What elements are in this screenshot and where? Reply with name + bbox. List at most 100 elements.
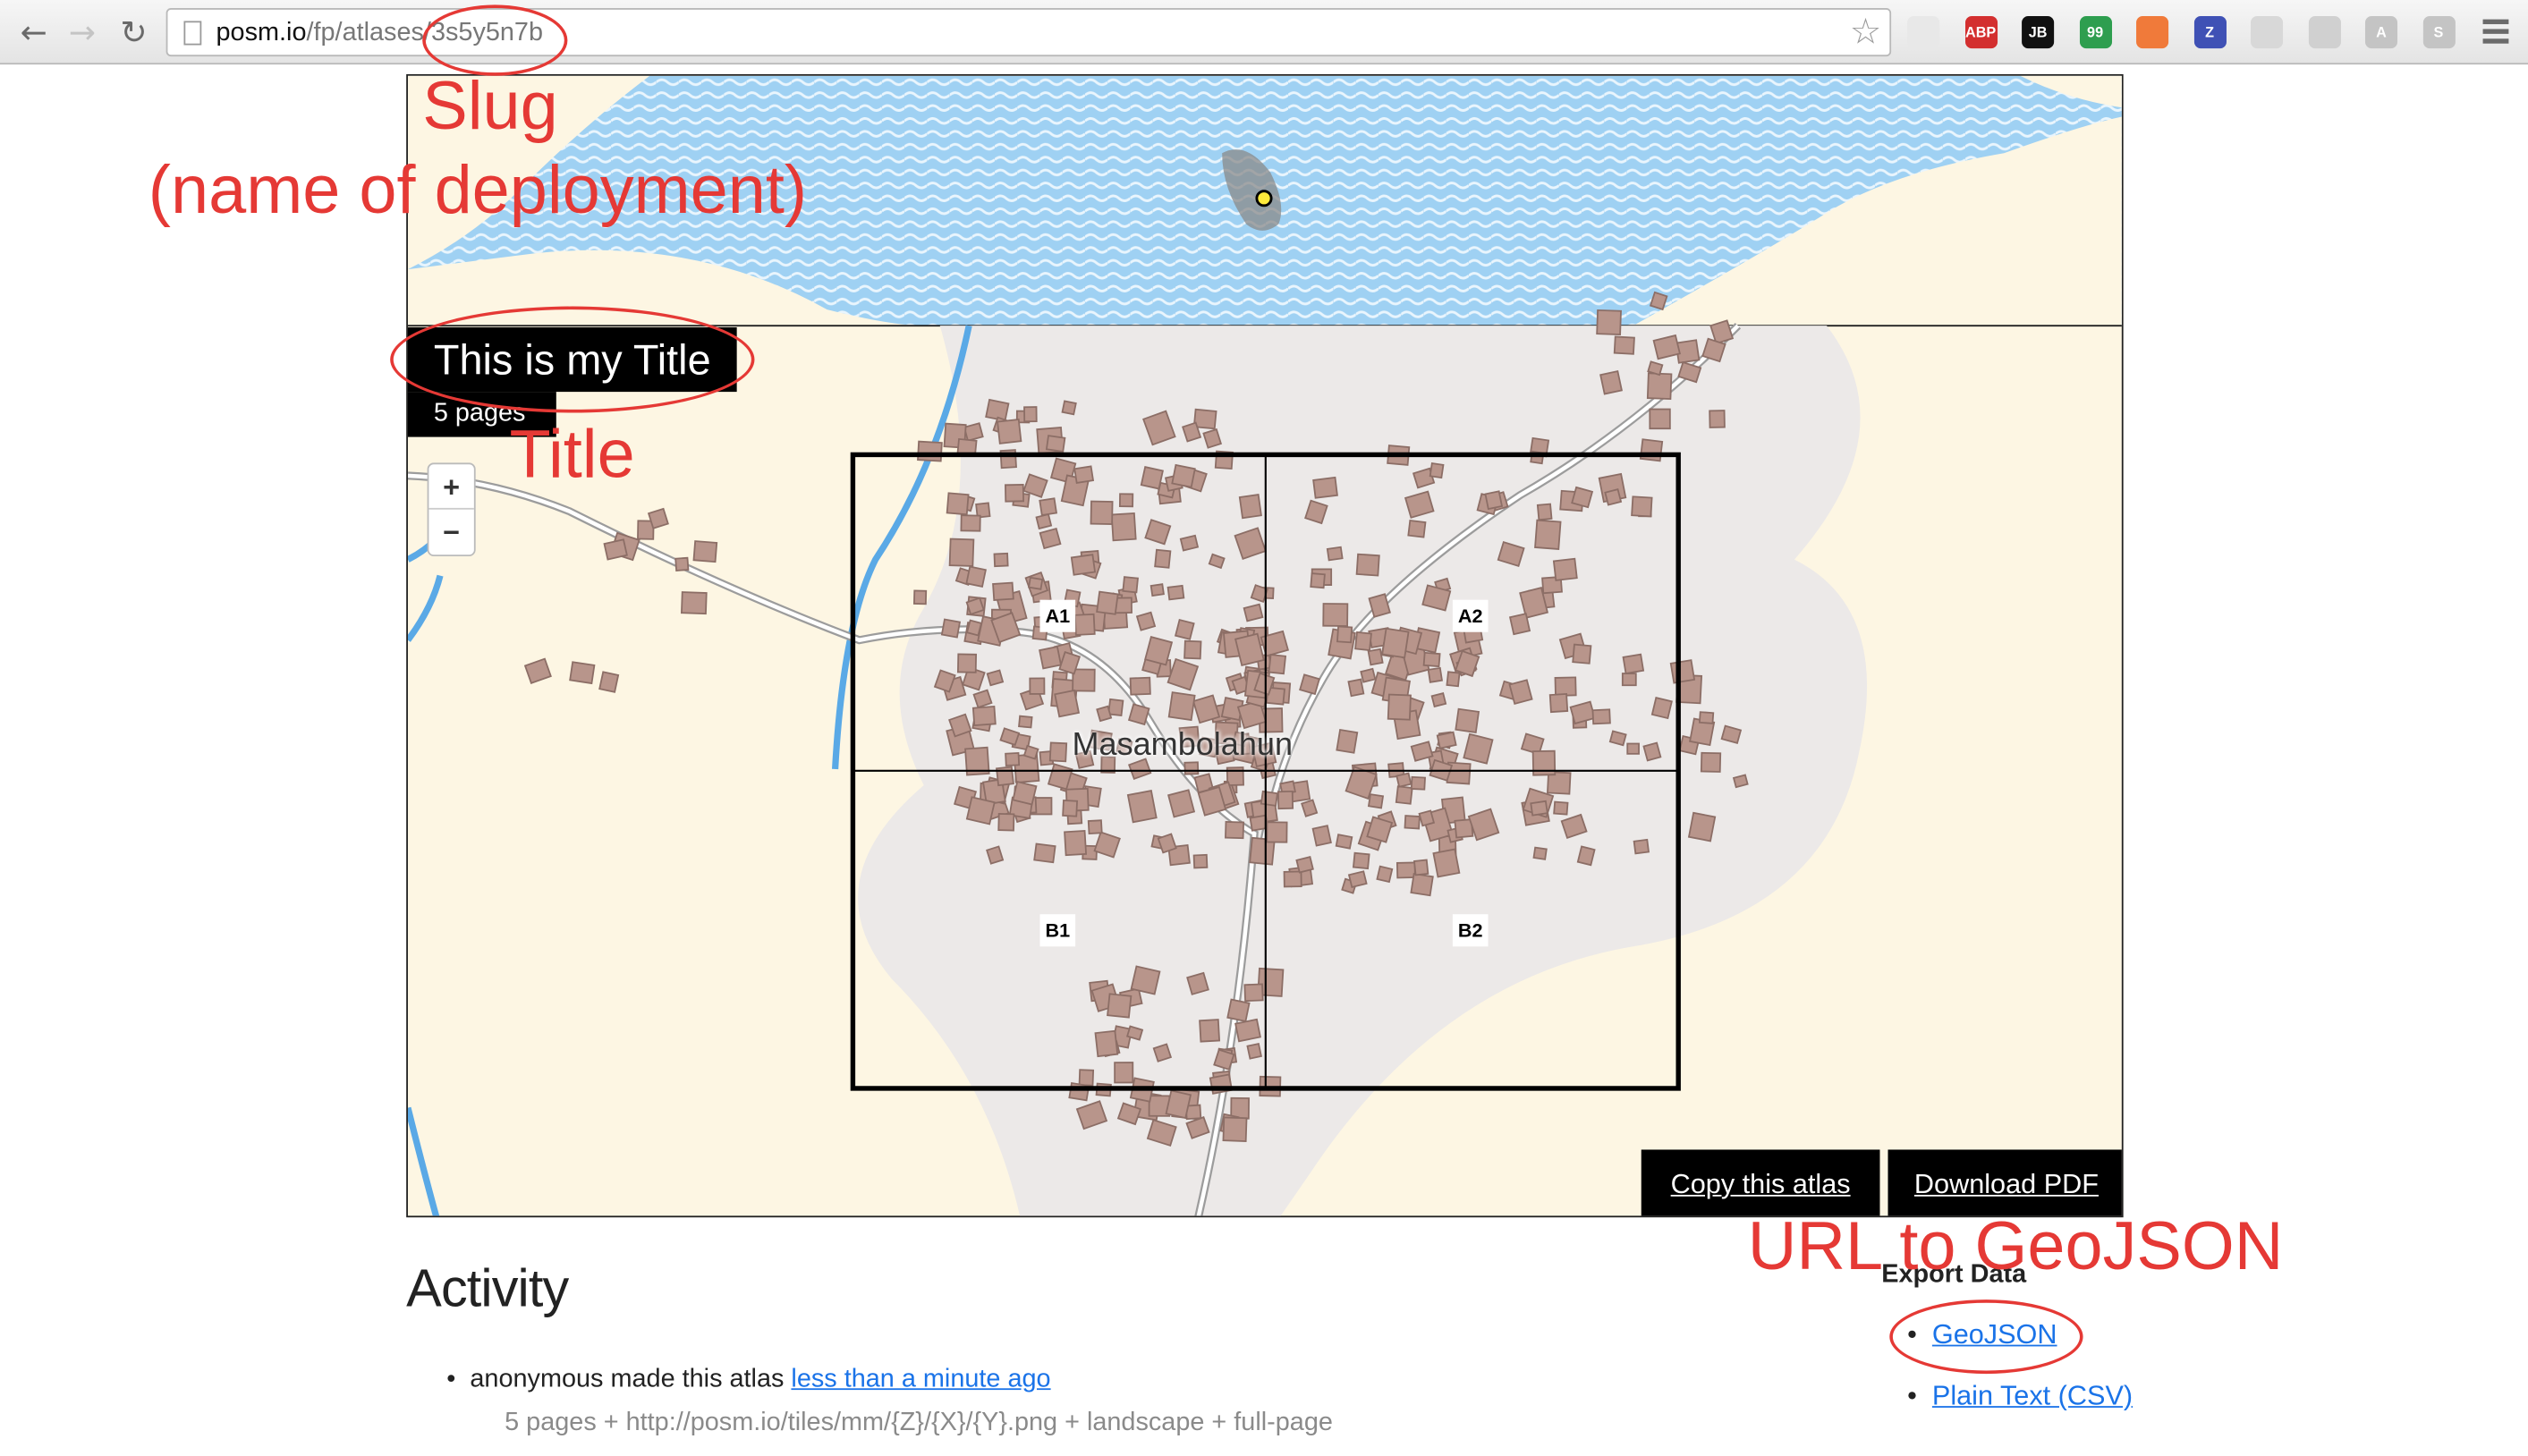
zotero-icon[interactable]: Z [2193, 16, 2227, 49]
building [1336, 728, 1359, 754]
building [1110, 512, 1137, 542]
building [1687, 811, 1717, 842]
building [1167, 691, 1196, 722]
slug-sub-annotation: (name of deployment) [148, 151, 808, 228]
csv-link[interactable]: Plain Text (CSV) [1932, 1380, 2133, 1410]
building [956, 653, 978, 673]
browser-toolbar: ← → ↻ posm.io/fp/atlases/3s5y5n7b ☆ ABP J… [0, 0, 2528, 65]
building [1508, 613, 1531, 636]
building [1039, 646, 1063, 670]
building [1463, 732, 1494, 765]
building [1225, 821, 1245, 840]
grid-cell-a1: A1 [1039, 599, 1076, 632]
building [1732, 774, 1749, 789]
building [1130, 965, 1161, 995]
building [1347, 678, 1365, 698]
building [1376, 865, 1394, 884]
zoom-out-button[interactable]: − [428, 510, 473, 554]
building [1039, 527, 1062, 550]
building [1354, 631, 1372, 652]
building [680, 591, 708, 615]
s-icon[interactable]: S [2422, 16, 2456, 49]
building [1430, 692, 1447, 708]
building [1604, 488, 1623, 506]
building [1149, 583, 1165, 597]
building [1352, 851, 1370, 870]
building [1064, 830, 1088, 857]
building [1029, 677, 1046, 695]
slug-annotation: Slug [422, 67, 558, 144]
menu-icon[interactable] [2480, 16, 2512, 48]
bookmark-star-icon[interactable]: ☆ [1850, 13, 1882, 53]
building [1395, 861, 1416, 879]
building [1183, 639, 1202, 660]
building [1238, 494, 1262, 520]
building [1073, 613, 1096, 636]
building [1018, 715, 1033, 729]
building [1571, 486, 1594, 509]
color-wheel-icon[interactable] [1907, 16, 1940, 49]
building [1061, 400, 1077, 416]
building [1336, 625, 1353, 644]
zoom-in-button[interactable]: + [428, 464, 474, 510]
forward-arrow-icon[interactable]: → [61, 12, 103, 54]
grid-cell-b2: B2 [1452, 914, 1489, 947]
building [1596, 309, 1622, 336]
building [940, 618, 962, 639]
building [1004, 484, 1025, 503]
building [1299, 673, 1320, 696]
building [1033, 842, 1056, 864]
building [1283, 870, 1302, 888]
building [1070, 554, 1097, 576]
building [1432, 848, 1461, 878]
building [647, 507, 669, 529]
building [1647, 360, 1664, 377]
building [1096, 590, 1119, 615]
building [1642, 741, 1662, 762]
building [1114, 1062, 1134, 1084]
building [1536, 503, 1553, 521]
building [1107, 698, 1124, 717]
activity-item: • anonymous made this atlas less than a … [446, 1366, 1050, 1394]
building [523, 657, 552, 684]
page-icon [183, 21, 202, 46]
building [1054, 689, 1081, 718]
building [692, 540, 718, 563]
building [1407, 519, 1427, 538]
building [1243, 983, 1264, 1003]
swirl-icon[interactable] [2251, 16, 2284, 49]
building [917, 440, 943, 462]
atlas-map[interactable]: A1 A2 B1 B2 Masambolahun This is my Titl… [406, 73, 2124, 1218]
building [1310, 572, 1326, 589]
building [1404, 815, 1421, 830]
lifebuoy-icon[interactable] [2136, 16, 2169, 49]
building [1381, 627, 1410, 659]
building [1268, 653, 1287, 675]
dot-icon[interactable] [2307, 16, 2341, 49]
building [1530, 800, 1548, 817]
building [1073, 465, 1095, 484]
building [1650, 697, 1673, 720]
building [1395, 785, 1413, 805]
building [1234, 1018, 1261, 1043]
building [1652, 334, 1681, 360]
reload-icon[interactable]: ↻ [113, 12, 155, 54]
angular-icon[interactable]: A [2364, 16, 2398, 49]
building [912, 589, 928, 605]
building [1107, 993, 1133, 1019]
geojson-annotation: URL to GeoJSON [1747, 1207, 2284, 1284]
geojson-highlight [1889, 1299, 2083, 1375]
building [1709, 410, 1726, 428]
building [1243, 603, 1264, 622]
building [1429, 461, 1445, 479]
building [1312, 476, 1338, 499]
jetbrains-icon[interactable]: JB [2022, 16, 2055, 49]
hangouts-icon[interactable]: 99 [2079, 16, 2112, 49]
building [1335, 834, 1353, 850]
building [1135, 611, 1157, 631]
building [1649, 408, 1671, 430]
adblock-plus-icon[interactable]: ABP [1964, 16, 1998, 49]
back-arrow-icon[interactable]: ← [13, 12, 55, 54]
activity-time-link[interactable]: less than a minute ago [791, 1366, 1050, 1393]
building [1326, 546, 1344, 562]
